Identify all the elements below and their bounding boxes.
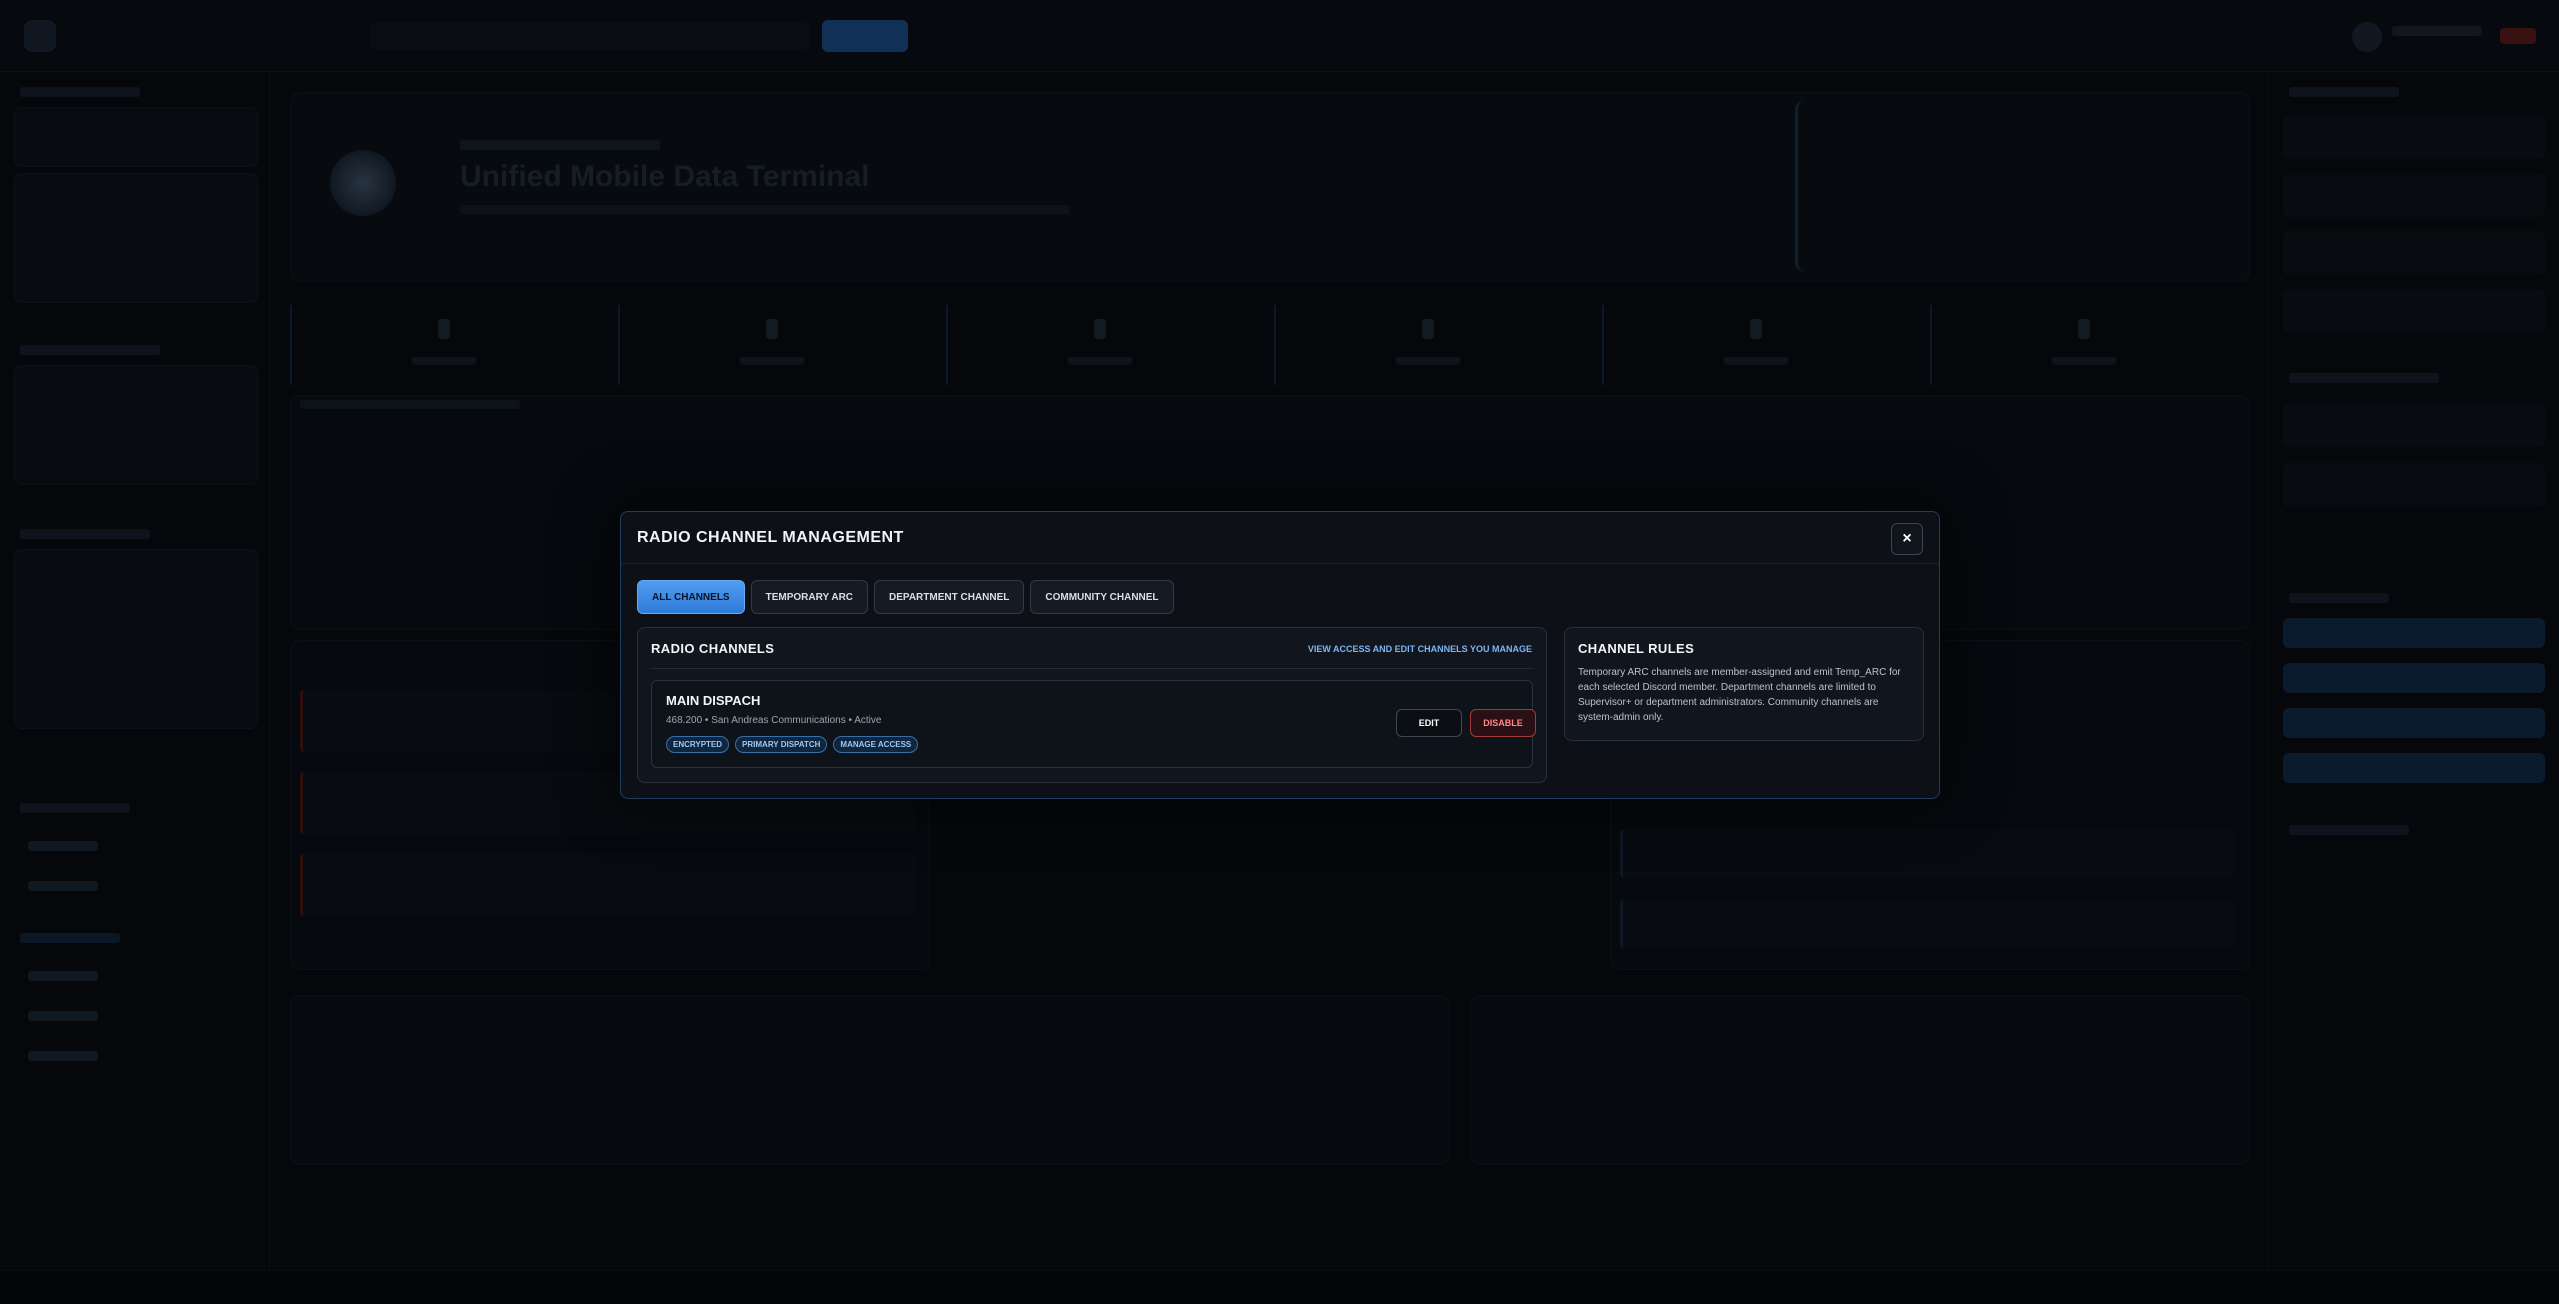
tab-temporary-arc[interactable]: TEMPORARY ARC [750,580,869,614]
modal-title: RADIO CHANNEL MANAGEMENT [637,529,904,546]
modal-header: RADIO CHANNEL MANAGEMENT × [621,512,1939,564]
channel-card: MAIN DISPACH 468.200 • San Andreas Commu… [651,680,1536,768]
close-button[interactable]: × [1891,523,1923,555]
channel-name: MAIN DISPACH [666,693,761,708]
radio-channels-title: RADIO CHANNELS [651,641,775,656]
channel-meta: 468.200 • San Andreas Communications • A… [666,715,882,726]
close-icon: × [1902,530,1912,547]
view-access-link[interactable]: VIEW ACCESS AND EDIT CHANNELS YOU MANAGE [1308,644,1532,654]
tag-encrypted: ENCRYPTED [666,736,730,753]
manage-access-button[interactable]: MANAGE ACCESS [833,736,919,753]
tab-department-channel[interactable]: DEPARTMENT CHANNEL [874,580,1025,614]
tab-community-channel[interactable]: COMMUNITY CHANNEL [1030,580,1174,614]
channel-rules-panel: CHANNEL RULES Temporary ARC channels are… [1564,627,1924,741]
edit-button[interactable]: EDIT [1396,709,1462,737]
tag-primary-dispatch: PRIMARY DISPATCH [735,736,828,753]
channel-rules-text: Temporary ARC channels are member-assign… [1578,667,1901,723]
radio-channels-panel: RADIO CHANNELS VIEW ACCESS AND EDIT CHAN… [637,627,1547,783]
divider [651,668,1533,669]
channel-filter-tabs: ALL CHANNELS TEMPORARY ARC DEPARTMENT CH… [637,580,1174,614]
channel-rules-title: CHANNEL RULES [1578,641,1695,656]
tab-all-channels[interactable]: ALL CHANNELS [637,580,745,614]
channel-tags: ENCRYPTED PRIMARY DISPATCH MANAGE ACCESS [666,736,919,753]
radio-channel-management-modal: RADIO CHANNEL MANAGEMENT × ALL CHANNELS … [620,511,1940,799]
disable-button[interactable]: DISABLE [1470,709,1536,737]
